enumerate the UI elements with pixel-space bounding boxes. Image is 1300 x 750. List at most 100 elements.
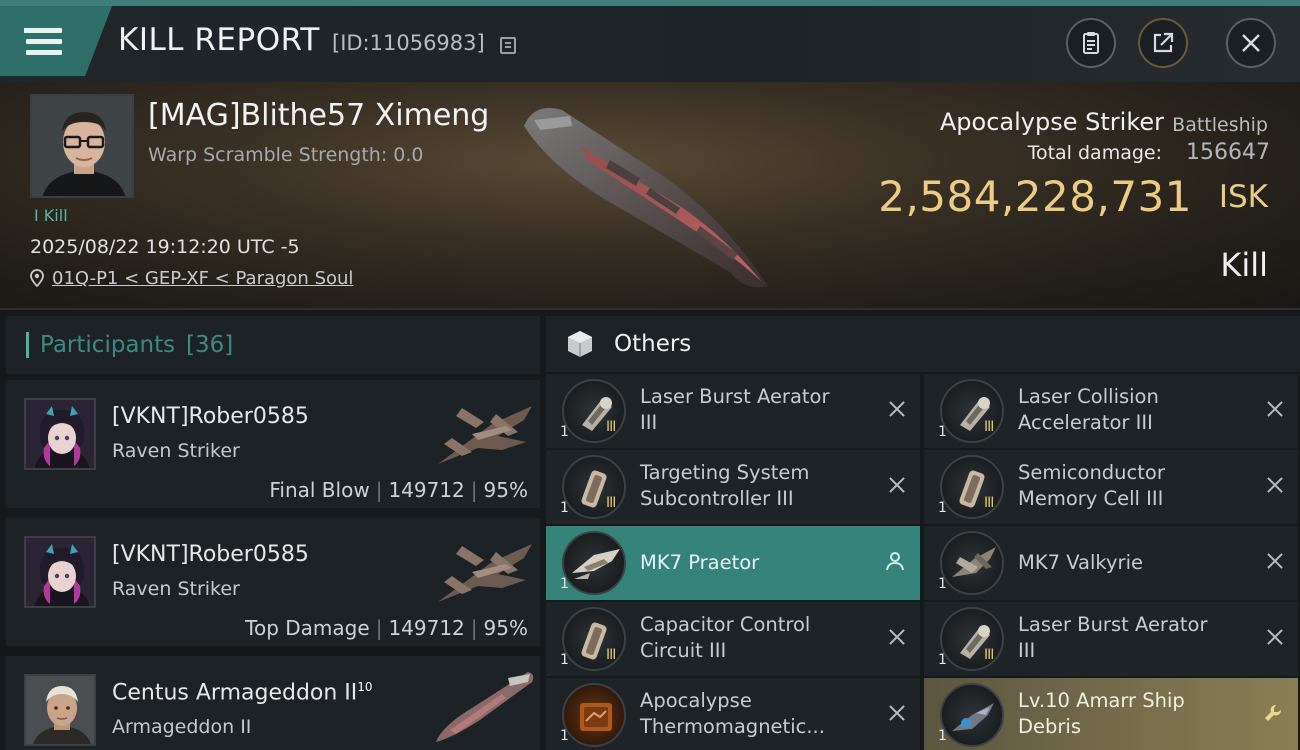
others-title: Others: [614, 331, 692, 357]
participant-stats: Top Damage | 149712 | 95%: [245, 616, 528, 640]
module-icon: [562, 607, 626, 671]
avatar: [24, 536, 96, 608]
item-quantity: 1: [560, 728, 569, 744]
participant-stats: Final Blow | 149712 | 95%: [269, 478, 528, 502]
close-button[interactable]: [1226, 18, 1276, 68]
participant-card[interactable]: Centus Armageddon II10 Armageddon II: [6, 656, 540, 750]
item-name: Capacitor Control Circuit III: [640, 613, 811, 662]
remove-icon[interactable]: [1266, 628, 1284, 646]
remove-icon[interactable]: [1266, 476, 1284, 494]
participant-name: [VKNT]Rober0585: [112, 542, 309, 567]
participant-ship-image: [438, 544, 532, 602]
dropped-item[interactable]: 1 III Capacitor Control Circuit III: [546, 602, 920, 676]
others-panel: Others 1 III Laser Burst Aerator III 1 II…: [540, 310, 1300, 750]
remove-icon[interactable]: [888, 400, 906, 418]
share-button[interactable]: [1138, 18, 1188, 68]
participant-ship-image: [436, 672, 534, 742]
top-bar: KILL REPORT [ID:11056983]: [0, 0, 1300, 82]
drone-icon: [562, 531, 626, 595]
dropped-item[interactable]: 1 III Laser Burst Aerator III: [924, 602, 1298, 676]
participant-card[interactable]: [VKNT]Rober0585 Raven Striker Final Blow…: [6, 380, 540, 508]
menu-icon: [24, 28, 62, 33]
item-quantity: 1: [560, 652, 569, 668]
location-pin-icon: [30, 269, 44, 288]
dropped-item[interactable]: 1 III Laser Burst Aerator III: [546, 374, 920, 448]
others-header: Others: [546, 316, 1300, 372]
item-name: Laser Collision Accelerator III: [1018, 385, 1159, 434]
kill-count: I Kill: [34, 206, 68, 225]
item-quantity: 1: [938, 576, 947, 592]
report-id: [ID:11056983]: [332, 31, 485, 55]
victim-name[interactable]: [MAG]Blithe57 Ximeng: [148, 98, 489, 133]
participant-ship: Raven Striker: [112, 440, 240, 462]
dropped-item-debris[interactable]: 1 Lv.10 Amarr Ship Debris: [924, 678, 1298, 750]
isk-value: 2,584,228,731: [878, 172, 1192, 221]
kill-summary-banner: [MAG]Blithe57 Ximeng Warp Scramble Stren…: [0, 82, 1300, 310]
close-icon: [1242, 34, 1260, 52]
module-icon: [562, 455, 626, 519]
blueprint-icon: [562, 683, 626, 747]
item-name: Laser Burst Aerator III: [1018, 613, 1208, 662]
debris-icon: [940, 683, 1004, 747]
pilot-icon[interactable]: [884, 550, 906, 572]
remove-icon[interactable]: [1266, 400, 1284, 418]
item-name: MK7 Valkyrie: [1018, 551, 1143, 574]
item-quantity: 1: [560, 576, 569, 592]
participant-damage-percent: 95%: [483, 616, 528, 640]
total-damage-label: Total damage:: [1027, 142, 1162, 164]
module-icon: [940, 379, 1004, 443]
participant-ship-image: [438, 406, 532, 464]
pilot-portrait-icon: [32, 96, 132, 196]
remove-icon[interactable]: [1266, 552, 1284, 570]
dropped-item[interactable]: 1 Apocalypse Thermomagnetic...: [546, 678, 920, 750]
item-tier: III: [984, 647, 994, 663]
page-title: KILL REPORT: [118, 22, 320, 58]
item-tier: III: [606, 495, 616, 511]
dropped-item-selected[interactable]: 1 MK7 Praetor: [546, 526, 920, 600]
dropped-item[interactable]: 1 III Laser Collision Accelerator III: [924, 374, 1298, 448]
warp-scramble-strength: Warp Scramble Strength: 0.0: [148, 144, 424, 166]
item-name: Laser Burst Aerator III: [640, 385, 830, 434]
victim-ship-image: [524, 108, 768, 288]
copy-icon[interactable]: [500, 37, 516, 54]
item-tier: III: [606, 419, 616, 435]
victim-ship-name[interactable]: Apocalypse Striker: [940, 108, 1164, 136]
dropped-item[interactable]: 1 MK7 Valkyrie: [924, 526, 1298, 600]
item-name: Lv.10 Amarr Ship Debris: [1018, 689, 1185, 738]
total-damage-value: 156647: [1186, 140, 1270, 165]
participant-role: Final Blow: [269, 478, 370, 502]
victim-ship-class: Battleship: [1172, 114, 1268, 136]
location-text: 01Q-P1 < GEP-XF < Paragon Soul: [52, 268, 354, 289]
item-quantity: 1: [560, 500, 569, 516]
item-name: Apocalypse Thermomagnetic...: [640, 689, 825, 738]
item-tier: III: [606, 647, 616, 663]
kill-location-link[interactable]: 01Q-P1 < GEP-XF < Paragon Soul: [30, 268, 353, 289]
participants-title: Participants: [40, 332, 176, 358]
participant-damage-percent: 95%: [483, 478, 528, 502]
isk-unit: ISK: [1218, 179, 1268, 215]
dropped-item[interactable]: 1 III Semiconductor Memory Cell III: [924, 450, 1298, 524]
avatar: [24, 674, 96, 746]
clipboard-button[interactable]: [1066, 18, 1116, 68]
participant-role: Top Damage: [245, 616, 370, 640]
menu-button[interactable]: [0, 6, 112, 76]
victim-portrait[interactable]: [30, 94, 134, 198]
item-name: Semiconductor Memory Cell III: [1018, 461, 1165, 510]
item-tier: III: [984, 419, 994, 435]
module-icon: [940, 455, 1004, 519]
remove-icon[interactable]: [888, 704, 906, 722]
kill-datetime: 2025/08/22 19:12:20 UTC -5: [30, 236, 300, 258]
item-quantity: 1: [938, 652, 947, 668]
remove-icon[interactable]: [888, 628, 906, 646]
report-result: Kill: [1220, 246, 1268, 284]
participant-damage: 149712: [388, 478, 465, 502]
participant-damage: 149712: [388, 616, 465, 640]
dropped-item[interactable]: 1 III Targeting System Subcontroller III: [546, 450, 920, 524]
item-name: Targeting System Subcontroller III: [640, 461, 810, 510]
participant-ship: Raven Striker: [112, 578, 240, 600]
remove-icon[interactable]: [888, 476, 906, 494]
participant-card[interactable]: [VKNT]Rober0585 Raven Striker Top Damage…: [6, 518, 540, 646]
item-tier: III: [984, 495, 994, 511]
wrench-icon[interactable]: [1262, 702, 1284, 724]
clipboard-icon: [1083, 32, 1099, 54]
